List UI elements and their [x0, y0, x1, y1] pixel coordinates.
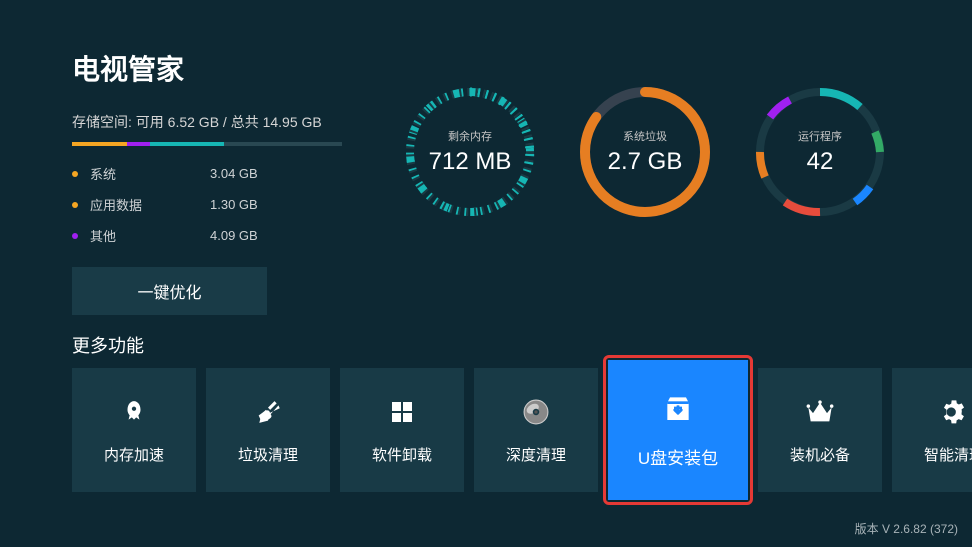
- tile-label: U盘安装包: [638, 444, 718, 469]
- rocket-icon: [118, 396, 150, 428]
- dot-icon: [72, 171, 78, 177]
- crown-icon: [804, 396, 836, 428]
- gauge-label: 系统垃圾: [623, 128, 667, 144]
- dot-icon: [72, 202, 78, 208]
- gauge-junk: 系统垃圾 2.7 GB: [575, 82, 715, 222]
- tile-deep-clean[interactable]: 深度清理: [474, 368, 598, 492]
- legend-label: 系统: [90, 164, 210, 183]
- tile-label: 装机必备: [790, 444, 850, 465]
- storage-seg-appdata: [127, 142, 150, 146]
- gauge-value: 2.7 GB: [608, 148, 683, 176]
- tile-smart-clean[interactable]: 智能清理: [892, 368, 972, 492]
- gauge-label: 运行程序: [798, 128, 842, 144]
- gauge-label: 剩余内存: [448, 128, 492, 144]
- tile-label: 垃圾清理: [238, 444, 298, 465]
- tile-memory-boost[interactable]: 内存加速: [72, 368, 196, 492]
- disc-icon: [520, 396, 552, 428]
- tile-label: 深度清理: [506, 444, 566, 465]
- gauge-value: 712 MB: [429, 148, 512, 176]
- tile-label: 内存加速: [104, 444, 164, 465]
- legend-value: 4.09 GB: [210, 228, 258, 243]
- optimize-button[interactable]: 一键优化: [72, 267, 267, 315]
- storage-seg-other: [150, 142, 224, 146]
- gauge-value: 42: [807, 148, 834, 176]
- tile-junk-clean[interactable]: 垃圾清理: [206, 368, 330, 492]
- legend-value: 3.04 GB: [210, 166, 258, 181]
- selected-tile-highlight: U盘安装包: [603, 355, 753, 505]
- tile-usb-install[interactable]: U盘安装包: [608, 360, 748, 500]
- broom-icon: [252, 396, 284, 428]
- package-download-icon: [662, 392, 694, 424]
- dot-icon: [72, 233, 78, 239]
- apps-grid-icon: [386, 396, 418, 428]
- legend-value: 1.30 GB: [210, 197, 258, 212]
- more-functions-heading: 更多功能: [72, 332, 144, 358]
- storage-seg-system: [72, 142, 127, 146]
- legend-label: 其他: [90, 226, 210, 245]
- tile-label: 智能清理: [924, 444, 972, 465]
- gear-icon: [938, 396, 970, 428]
- tile-must-have[interactable]: 装机必备: [758, 368, 882, 492]
- gauge-memory: 剩余内存 712 MB: [400, 82, 540, 222]
- tile-uninstall[interactable]: 软件卸载: [340, 368, 464, 492]
- tile-label: 软件卸载: [372, 444, 432, 465]
- storage-usage-bar: [72, 142, 342, 146]
- legend-row-other: 其他 4.09 GB: [72, 226, 900, 245]
- storage-seg-free: [224, 142, 342, 146]
- gauge-processes: 运行程序 42: [750, 82, 890, 222]
- version-text: 版本 V 2.6.82 (372): [855, 520, 958, 537]
- function-tiles-row: 内存加速 垃圾清理 软件卸载 深度清理 U盘安装包 装机必备: [72, 368, 972, 505]
- legend-label: 应用数据: [90, 195, 210, 214]
